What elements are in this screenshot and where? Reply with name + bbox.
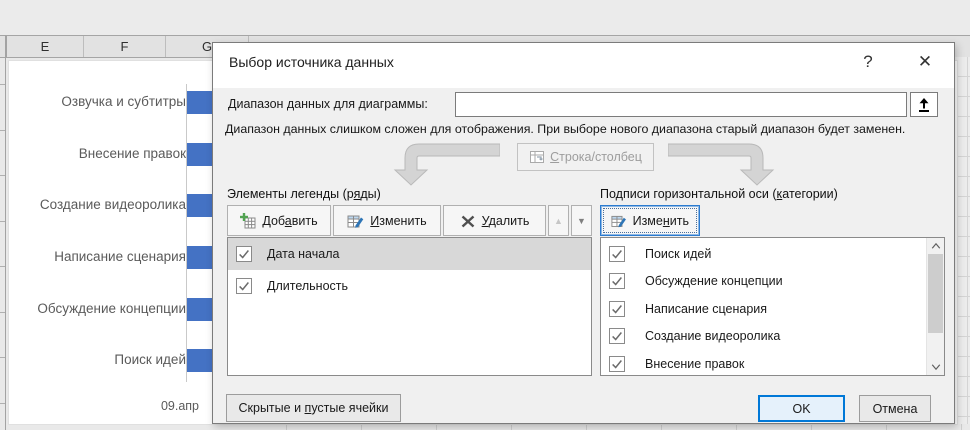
scroll-down-icon <box>930 362 942 372</box>
formula-bar-area <box>0 0 970 36</box>
checkbox-check-icon <box>237 247 251 261</box>
axis-label-item[interactable]: Поиск идей <box>601 240 944 268</box>
series-checkbox[interactable] <box>236 278 252 294</box>
scroll-down-button[interactable] <box>927 359 944 375</box>
category-label: Поиск идей <box>9 352 186 368</box>
row-gridline <box>0 175 5 176</box>
checkbox-check-icon <box>237 279 251 293</box>
category-label: Обсуждение концепции <box>9 301 186 317</box>
category-label: Озвучка и субтитры <box>9 94 186 110</box>
row-header-edge <box>5 35 6 430</box>
collapse-dialog-button[interactable] <box>910 92 938 117</box>
up-triangle-icon: ▲ <box>554 216 563 226</box>
excel-window: E F G Озвучка и субтитры Внесение правок… <box>0 0 970 430</box>
axis-label-item[interactable]: Создание видеоролика <box>601 323 944 351</box>
column-header-e[interactable]: E <box>7 36 84 57</box>
checkbox-check-icon <box>610 247 624 261</box>
category-label: Написание сценария <box>9 249 186 265</box>
range-warning-text: Диапазон данных слишком сложен для отобр… <box>225 122 947 136</box>
axis-label-checkbox[interactable] <box>609 246 625 262</box>
scroll-up-icon <box>930 241 942 251</box>
axis-label-item[interactable]: Написание сценария <box>601 295 944 323</box>
series-list-item[interactable]: Длительность <box>228 270 591 302</box>
axis-toolbar: Изменить <box>600 205 945 236</box>
axis-label-item[interactable]: Обсуждение концепции <box>601 268 944 296</box>
row-gridline <box>0 130 5 131</box>
chart-data-range-input[interactable] <box>455 92 907 117</box>
series-checkbox[interactable] <box>236 246 252 262</box>
category-label: Создание видеоролика <box>9 197 186 213</box>
scroll-up-button[interactable] <box>927 238 944 254</box>
dialog-titlebar: Выбор источника данных ? ✕ <box>213 43 954 88</box>
move-series-up-button[interactable]: ▲ <box>548 205 569 236</box>
help-button[interactable]: ? <box>853 47 883 77</box>
row-column-swap-icon <box>529 149 545 165</box>
chart-data-range-label: Диапазон данных для диаграммы: <box>228 97 428 111</box>
curved-down-arrow-right <box>668 140 783 186</box>
remove-series-button[interactable]: Удалить <box>443 205 546 236</box>
category-label: Внесение правок <box>9 146 186 162</box>
row-gridline <box>0 403 5 404</box>
select-data-source-dialog: Выбор источника данных ? ✕ Диапазон данн… <box>212 42 955 424</box>
down-triangle-icon: ▼ <box>577 216 586 226</box>
edit-axis-labels-button[interactable]: Изменить <box>600 205 700 236</box>
move-series-down-button[interactable]: ▼ <box>571 205 592 236</box>
checkbox-check-icon <box>610 302 624 316</box>
delete-x-icon <box>460 213 476 229</box>
legend-toolbar: Добавить Изменить Удалить ▲ <box>227 205 592 236</box>
add-table-icon <box>240 213 256 229</box>
category-axis-line <box>186 84 187 382</box>
ok-button[interactable]: OK <box>758 395 845 422</box>
cancel-button[interactable]: Отмена <box>859 395 931 422</box>
axis-label-checkbox[interactable] <box>609 273 625 289</box>
close-icon: ✕ <box>918 52 932 72</box>
collapse-dialog-icon <box>916 97 932 113</box>
row-gridline <box>0 357 5 358</box>
date-axis-tick: 09.апр <box>129 399 199 413</box>
row-gridline <box>0 84 5 85</box>
switch-row-column-button[interactable]: Строка/столбец <box>517 143 654 171</box>
axis-labels-list: Поиск идей Обсуждение концепции Написани… <box>600 237 945 376</box>
hidden-empty-cells-button[interactable]: Скрытые и пустые ячейки <box>226 394 401 422</box>
curved-down-arrow-left <box>385 140 500 186</box>
add-series-button[interactable]: Добавить <box>227 205 331 236</box>
row-gridline <box>0 312 5 313</box>
checkbox-check-icon <box>610 357 624 371</box>
axis-label-item[interactable]: Внесение правок <box>601 350 944 378</box>
axis-list-scrollbar[interactable] <box>926 238 944 375</box>
legend-series-list: Дата начала Длительность <box>227 237 592 376</box>
axis-label-checkbox[interactable] <box>609 328 625 344</box>
checkbox-check-icon <box>610 274 624 288</box>
edit-table-icon <box>611 213 627 229</box>
axis-label-checkbox[interactable] <box>609 356 625 372</box>
edit-table-icon <box>347 213 364 229</box>
axis-labels-title: Подписи горизонтальной оси (категории) <box>600 187 838 201</box>
column-header-f[interactable]: F <box>84 36 166 57</box>
series-list-item[interactable]: Дата начала <box>228 238 591 270</box>
row-gridline <box>0 221 5 222</box>
close-button[interactable]: ✕ <box>910 47 940 77</box>
checkbox-check-icon <box>610 329 624 343</box>
dialog-title: Выбор источника данных <box>229 54 394 70</box>
legend-entries-title: Элементы легенды (ряды) <box>227 187 381 201</box>
help-icon: ? <box>863 52 872 72</box>
edit-series-button[interactable]: Изменить <box>333 205 441 236</box>
scroll-thumb[interactable] <box>928 254 943 333</box>
axis-label-checkbox[interactable] <box>609 301 625 317</box>
row-gridline <box>0 266 5 267</box>
